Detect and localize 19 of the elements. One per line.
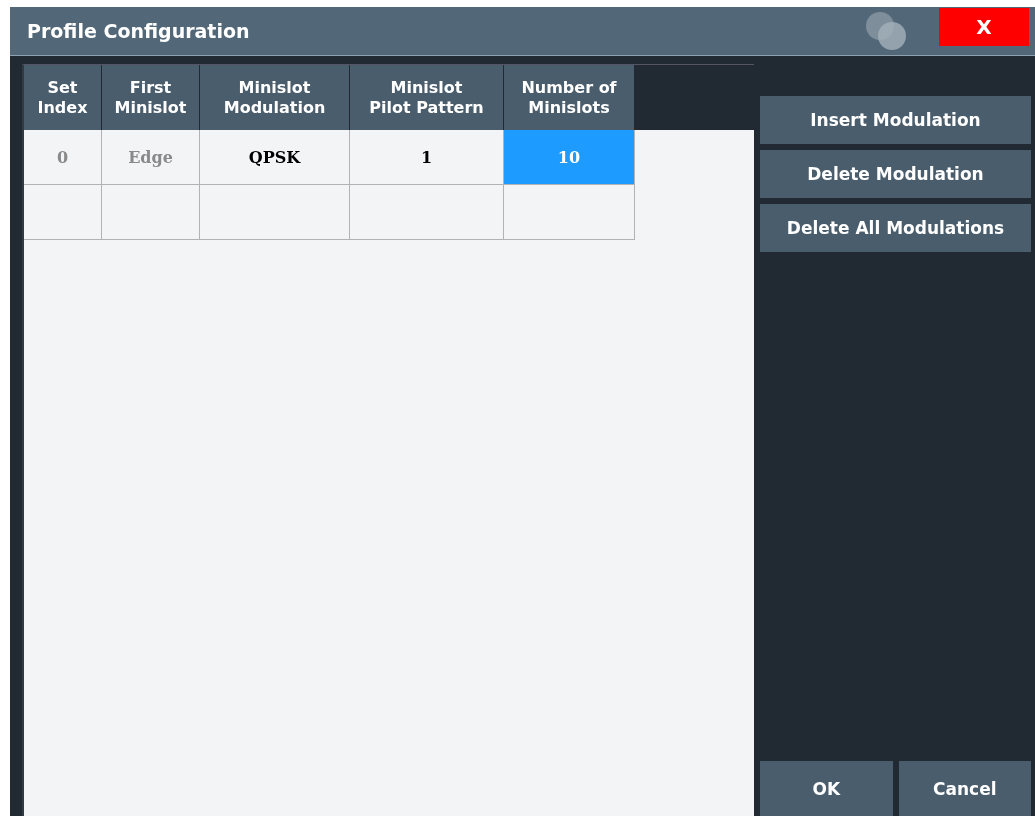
column-header: Set Index <box>24 65 102 130</box>
table-cell[interactable] <box>102 185 200 240</box>
table-cell[interactable]: QPSK <box>200 130 350 185</box>
dialog-button[interactable]: Cancel <box>898 761 1031 816</box>
column-header: First Minislot <box>102 65 200 130</box>
column-header: Number of Minislots <box>504 65 635 130</box>
overlapping-circles-icon <box>863 11 909 51</box>
table-cell[interactable] <box>24 185 102 240</box>
table-cell[interactable] <box>200 185 350 240</box>
dialog-button[interactable]: OK <box>760 761 893 816</box>
window-title: Profile Configuration <box>26 20 251 42</box>
table-cell[interactable] <box>350 185 504 240</box>
table-cell[interactable] <box>504 185 635 240</box>
action-button[interactable]: Insert Modulation <box>760 96 1031 144</box>
column-header: Minislot Pilot Pattern <box>350 65 504 130</box>
close-button[interactable]: X <box>939 8 1029 46</box>
column-header: Minislot Modulation <box>200 65 350 130</box>
action-button[interactable]: Delete Modulation <box>760 150 1031 198</box>
action-button[interactable]: Delete All Modulations <box>760 204 1031 252</box>
